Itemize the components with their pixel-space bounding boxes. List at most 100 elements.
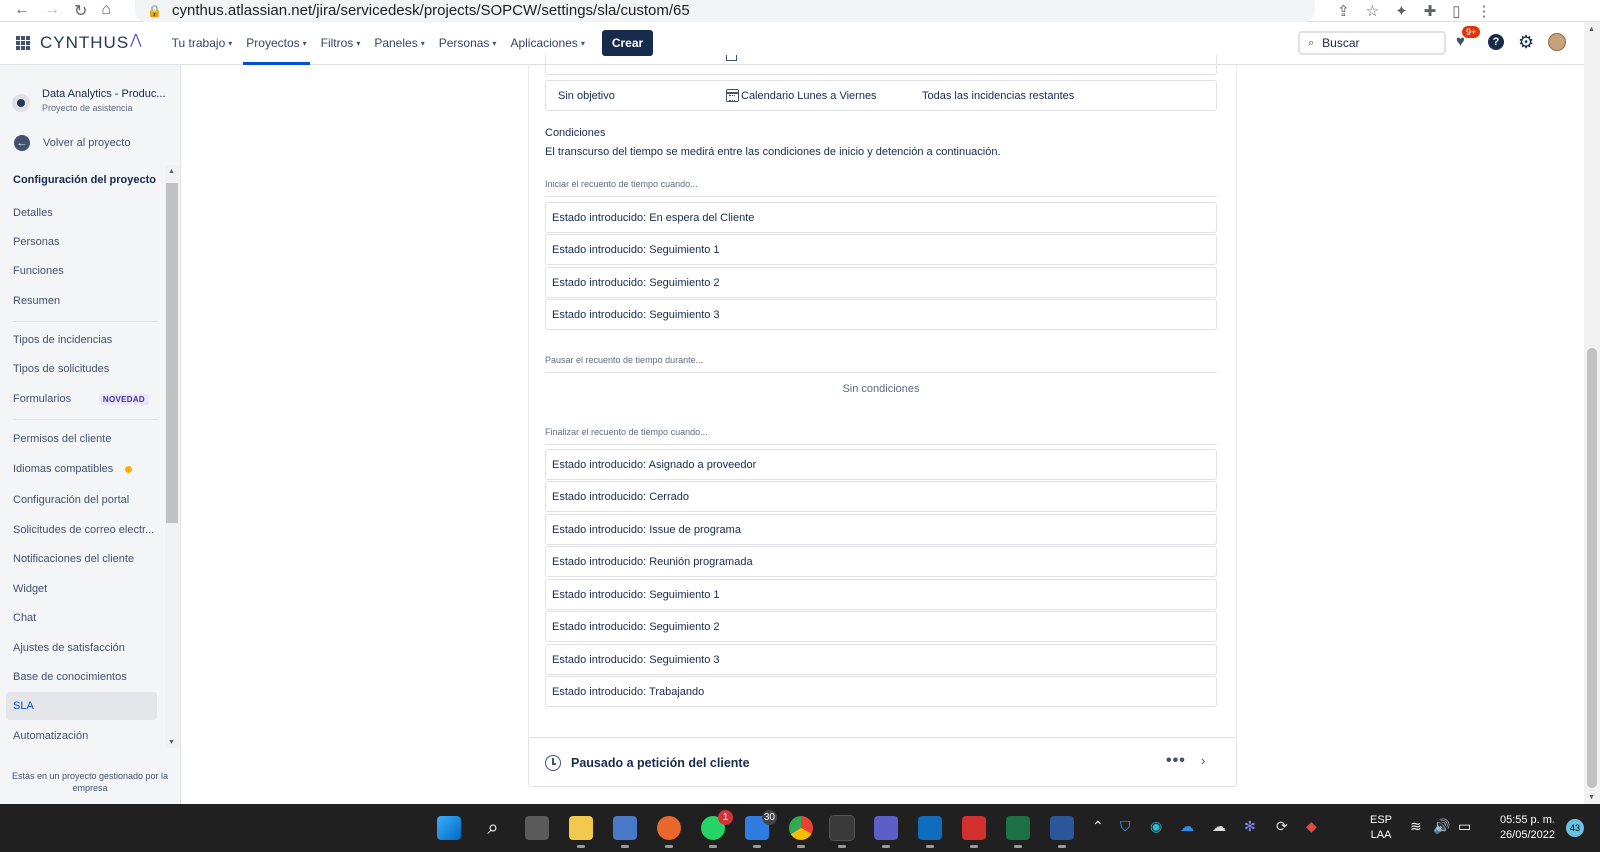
scroll-down-icon[interactable]: ▼ [168, 739, 175, 746]
puzzle-icon[interactable]: ✚ [1424, 2, 1437, 20]
sidebar-item-sla[interactable]: SLA [6, 692, 157, 720]
sidebar-item-chat[interactable]: Chat [6, 604, 157, 632]
sla-card-paused[interactable]: Pausado a petición del cliente ••• › [528, 737, 1237, 787]
sidebar-item-satisfaction[interactable]: Ajustes de satisfacción [6, 634, 157, 662]
acrobat-icon[interactable] [962, 816, 986, 848]
whatsapp-icon[interactable]: 1 [701, 810, 733, 848]
sidebar-item-widget[interactable]: Widget [6, 575, 157, 603]
teams-tray-icon[interactable]: ✻ [1244, 818, 1256, 835]
menu-filters[interactable]: Filtros ▾ [314, 22, 368, 65]
battery-icon[interactable]: ▭ [1458, 818, 1471, 835]
start-condition-row[interactable]: Estado introducido: Seguimiento 2 [545, 267, 1217, 298]
todo-icon[interactable]: 30 [745, 810, 777, 848]
address-bar[interactable]: 🔒 cynthus.atlassian.net/jira/servicedesk… [135, 0, 1316, 22]
start-condition-row[interactable]: Estado introducido: Seguimiento 3 [545, 299, 1217, 330]
chrome-icon[interactable] [789, 816, 813, 848]
app-switcher-icon[interactable] [16, 36, 30, 50]
stop-condition-row[interactable]: Estado introducido: Issue de programa [545, 514, 1217, 545]
project-header[interactable]: Data Analytics - Produc... Proyecto de a… [12, 88, 166, 113]
sidebar-scroll-thumb[interactable] [166, 183, 178, 523]
help-icon[interactable]: ? [1488, 34, 1504, 50]
more-actions-icon[interactable]: ••• [1166, 752, 1186, 770]
search-input[interactable]: ⌕ Buscar [1298, 31, 1446, 55]
file-explorer-icon[interactable] [569, 816, 593, 848]
sidebar-item-features[interactable]: Funciones [6, 257, 157, 285]
sidebar-scrollbar[interactable]: ▲ ▼ [165, 165, 179, 748]
sidebar-item-portal-settings[interactable]: Configuración del portal [6, 486, 157, 514]
create-button[interactable]: Crear [601, 30, 654, 56]
settings-gear-icon[interactable]: ⚙ [1518, 33, 1534, 51]
tray-chevron-up-icon[interactable]: ⌃ [1092, 818, 1104, 835]
teams-icon[interactable] [874, 816, 898, 848]
outlook-icon[interactable] [918, 816, 942, 848]
search-icon[interactable]: ⌕ [481, 816, 505, 840]
sync-icon[interactable]: ⟳ [1276, 818, 1288, 835]
windows-start-icon[interactable] [437, 816, 461, 840]
stop-condition-row[interactable]: Estado introducido: Reunión programada [545, 546, 1217, 577]
menu-dashboards[interactable]: Paneles ▾ [367, 22, 431, 65]
menu-projects[interactable]: Proyectos ▾ [239, 22, 313, 65]
sidebar-item-people[interactable]: Personas [6, 228, 157, 256]
scroll-down-icon[interactable]: ▼ [1588, 794, 1595, 801]
shield-icon[interactable]: ⛉ [1120, 818, 1131, 835]
sidebar-item-languages[interactable]: Idiomas compatibles [6, 455, 157, 483]
scroll-up-icon[interactable]: ▲ [168, 168, 175, 175]
stop-condition-row[interactable]: Estado introducido: Cerrado [545, 481, 1217, 512]
notification-center-badge[interactable]: 43 [1566, 819, 1584, 837]
system-clock[interactable]: 05:55 p. m. 26/05/2022 [1485, 813, 1555, 843]
onedrive-icon[interactable]: ☁ [1180, 818, 1194, 835]
sidebar-item-knowledge-base[interactable]: Base de conocimientos [6, 663, 157, 691]
language-indicator[interactable]: ESP LAA [1370, 813, 1392, 843]
goal-row[interactable]: Sin objetivo Calendario Lunes a Viernes … [545, 80, 1217, 111]
user-avatar[interactable] [1548, 33, 1567, 51]
page-scrollbar[interactable]: ▲ ▼ [1584, 22, 1600, 804]
forward-arrow-icon[interactable]: → [44, 1, 60, 21]
condition-text: Estado introducido: Seguimiento 2 [552, 620, 720, 633]
back-to-project-link[interactable]: ← Volver al proyecto [14, 135, 130, 151]
sidebar-item-customer-permissions[interactable]: Permisos del cliente [6, 425, 157, 453]
edge-icon[interactable]: ◉ [1150, 818, 1162, 835]
wifi-icon[interactable]: ≋ [1410, 818, 1422, 835]
sidebar-item-request-types[interactable]: Tipos de solicitudes [6, 355, 157, 383]
cloud-icon[interactable]: ☁ [1212, 818, 1226, 835]
task-view-icon[interactable] [525, 816, 549, 840]
extension-icon[interactable]: ✦ [1395, 2, 1408, 20]
sidebar-item-customer-notifications[interactable]: Notificaciones del cliente [6, 545, 157, 573]
word-icon[interactable] [1050, 816, 1074, 848]
sidebar-item-forms[interactable]: Formularios NOVEDAD [6, 385, 157, 413]
snipping-tool-icon[interactable] [829, 815, 855, 848]
star-icon[interactable]: ☆ [1366, 2, 1379, 20]
site-logo[interactable]: CYNTHUS ⋀ [40, 31, 143, 53]
menu-dots-icon[interactable]: ⋮ [1477, 2, 1492, 20]
stop-condition-row[interactable]: Estado introducido: Trabajando [545, 676, 1217, 707]
start-condition-row[interactable]: Estado introducido: En espera del Client… [545, 202, 1217, 233]
sidebar-item-details[interactable]: Detalles [6, 199, 157, 227]
sidebar-item-summary[interactable]: Resumen [6, 287, 157, 315]
remote-desktop-icon[interactable] [613, 816, 637, 848]
menu-your-work[interactable]: Tu trabajo ▾ [165, 22, 240, 65]
menu-label: Personas [438, 36, 490, 50]
firefox-icon[interactable] [657, 816, 681, 848]
sidebar-item-issue-types[interactable]: Tipos de incidencias [6, 326, 157, 354]
notifications-bell-icon[interactable]: ♥ 9+ [1456, 26, 1481, 51]
start-condition-row[interactable]: Estado introducido: Seguimiento 1 [545, 234, 1217, 265]
stop-condition-row[interactable]: Estado introducido: Asignado a proveedor [545, 449, 1217, 480]
sidebar-item-automation[interactable]: Automatización [6, 722, 157, 750]
stop-condition-row[interactable]: Estado introducido: Seguimiento 1 [545, 579, 1217, 610]
home-icon[interactable]: ⌂ [101, 1, 111, 21]
excel-icon[interactable] [1006, 816, 1030, 848]
share-icon[interactable]: ⇪ [1337, 2, 1350, 20]
scroll-up-icon[interactable]: ▲ [1588, 26, 1595, 33]
menu-people[interactable]: Personas ▾ [432, 22, 504, 65]
back-arrow-icon[interactable]: ← [14, 1, 30, 21]
chevron-right-icon[interactable]: › [1201, 753, 1205, 768]
reload-icon[interactable]: ↻ [74, 1, 87, 21]
stop-condition-row[interactable]: Estado introducido: Seguimiento 3 [545, 644, 1217, 675]
page-scroll-thumb[interactable] [1587, 348, 1597, 788]
stop-condition-row[interactable]: Estado introducido: Seguimiento 2 [545, 611, 1217, 642]
volume-icon[interactable]: 🔊 [1433, 818, 1450, 835]
sidepanel-icon[interactable]: ▯ [1452, 2, 1460, 20]
menu-label: Filtros [320, 36, 354, 50]
anydesk-icon[interactable]: ◆ [1306, 818, 1317, 835]
sidebar-item-email-requests[interactable]: Solicitudes de correo electr... [6, 516, 157, 544]
